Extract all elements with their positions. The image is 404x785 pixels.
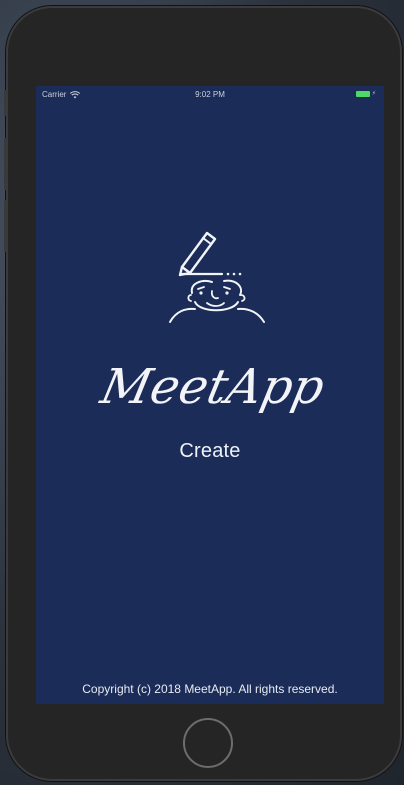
- home-button[interactable]: [183, 718, 233, 768]
- status-right: ⚡: [355, 90, 376, 97]
- charging-bolt-icon: ⚡: [371, 91, 376, 97]
- pencil-icon: [178, 231, 217, 277]
- volume-down-button: [4, 200, 8, 252]
- brand-logo: MeetApp: [95, 359, 329, 414]
- battery-icon: [355, 90, 370, 97]
- status-bar: Carrier 9:02 PM ⚡: [36, 86, 384, 104]
- status-time: 9:02 PM: [195, 90, 225, 99]
- copyright-text: Copyright (c) 2018 MeetApp. All rights r…: [82, 682, 338, 696]
- face-with-pencil-icon: [169, 231, 265, 323]
- face-icon: [169, 279, 265, 323]
- create-button[interactable]: Create: [36, 440, 384, 463]
- brand-name: MeetApp: [95, 359, 329, 414]
- mute-switch: [4, 90, 8, 116]
- app-screen: Carrier 9:02 PM ⚡ MeetApp Create Copyrig…: [36, 86, 384, 704]
- volume-up-button: [4, 138, 8, 190]
